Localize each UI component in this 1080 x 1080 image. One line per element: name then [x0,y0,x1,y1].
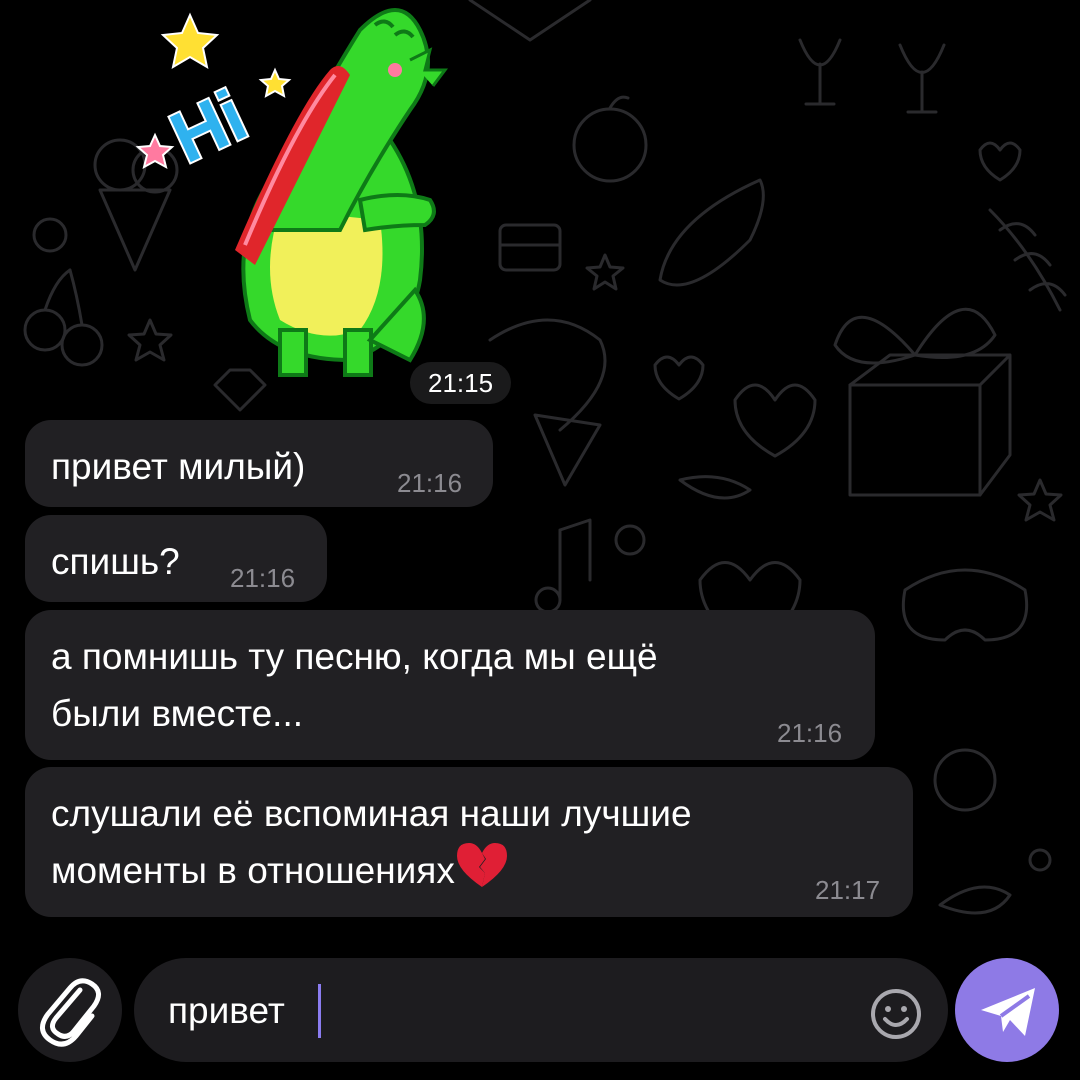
sticker-timestamp: 21:15 [410,362,512,404]
sticker-greeting: Hi [159,76,258,179]
broken-heart-icon [456,843,507,887]
message-bubble[interactable]: слушали её вспоминая наши лучшие моменты… [25,767,913,917]
smiley-icon[interactable] [866,984,926,1044]
message-text-line: а помнишь ту песню, когда мы ещё [51,636,658,677]
message-input-value[interactable]: привет [168,988,285,1034]
send-arrow-icon [981,988,1035,1036]
dragon-hi-sticker[interactable]: Hi [130,0,510,390]
message-bubble[interactable]: привет милый) 21:16 [25,420,493,507]
message-timestamp: 21:17 [815,875,881,905]
text-caret [318,984,321,1038]
message-bubble[interactable]: спишь? 21:16 [25,515,327,602]
paperclip-icon [40,978,101,1047]
message-bubble[interactable]: а помнишь ту песню, когда мы ещё были вм… [25,610,875,760]
message-timestamp: 21:16 [777,718,843,748]
send-button[interactable] [955,958,1059,1062]
message-text-line: слушали её вспоминая наши лучшие [51,793,692,834]
message-text-line: моменты в отношениях [51,850,455,891]
message-timestamp: 21:16 [230,563,296,593]
message-text-line: были вместе... [51,693,304,734]
attach-button[interactable] [18,958,122,1062]
message-timestamp: 21:16 [397,468,463,498]
